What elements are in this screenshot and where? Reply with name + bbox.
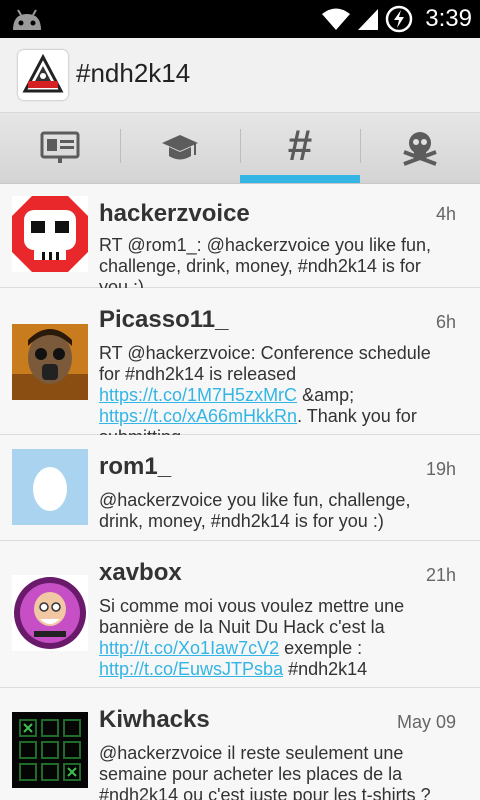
app-logo[interactable] xyxy=(18,50,68,100)
tweet-text: Si comme moi vous voulez mettre une bann… xyxy=(99,596,450,680)
tweet-text-segment: RT @hackerzvoice: Conference schedule fo… xyxy=(99,343,431,384)
android-icon xyxy=(13,9,41,30)
tweet-list[interactable]: hackerzvoice 4h RT @rom1_: @hackerzvoice… xyxy=(0,184,480,800)
battery-charging-icon xyxy=(386,5,413,33)
tweet-text-segment: exemple : xyxy=(279,638,363,658)
tweet-author[interactable]: hackerzvoice xyxy=(99,200,250,228)
gasmask-person-avatar-icon xyxy=(12,324,88,400)
avatar xyxy=(12,324,88,400)
avatar xyxy=(12,712,88,788)
tweet-time: 4h xyxy=(435,204,456,224)
tweet-author[interactable]: Kiwhacks xyxy=(99,706,210,734)
tab-workshops[interactable] xyxy=(120,113,240,183)
tweet-text: @hackerzvoice you like fun, challenge, d… xyxy=(99,490,450,532)
tweet-link[interactable]: https://t.co/xA66mHkkRn xyxy=(99,406,297,426)
tab-hashtag[interactable]: # xyxy=(240,113,360,183)
tab-conference[interactable] xyxy=(0,113,120,183)
tweet-text-segment: @hackerzvoice you like fun, challenge, d… xyxy=(99,490,411,531)
tweet-link[interactable]: http://t.co/EuwsJTPsba xyxy=(99,659,283,679)
action-bar: #ndh2k14 xyxy=(0,38,480,113)
list-item[interactable]: Picasso11_ 6h RT @hackerzvoice: Conferen… xyxy=(0,288,480,447)
tab-bar: # xyxy=(0,113,480,184)
tweet-text-segment: Si comme moi vous voulez mettre une bann… xyxy=(99,596,405,637)
tweet-time: May 09 xyxy=(396,712,456,732)
tab-challenges[interactable] xyxy=(360,113,480,183)
page-title: #ndh2k14 xyxy=(76,58,191,88)
tweet-time: 19h xyxy=(425,459,456,479)
list-item[interactable]: Kiwhacks May 09 @hackerzvoice il reste s… xyxy=(0,688,480,800)
tweet-author[interactable]: Picasso11_ xyxy=(99,306,228,334)
list-item[interactable]: hackerzvoice 4h RT @rom1_: @hackerzvoice… xyxy=(0,184,480,297)
avatar xyxy=(12,449,88,525)
ndh-logo-icon xyxy=(22,54,64,93)
tab-selected-indicator xyxy=(240,175,360,183)
list-item[interactable]: xavbox 21h Si comme moi vous voulez mett… xyxy=(0,541,480,688)
tweet-author[interactable]: xavbox xyxy=(99,559,182,587)
tweet-text: @hackerzvoice il reste seulement une sem… xyxy=(99,743,450,800)
hash-icon: # xyxy=(287,121,313,170)
tweet-text-segment: #ndh2k14 xyxy=(283,659,368,679)
tweet-link[interactable]: https://t.co/1M7H5zxMrC xyxy=(99,385,297,405)
tweet-text-segment: @hackerzvoice il reste seulement une sem… xyxy=(99,743,431,800)
tweet-link[interactable]: http://t.co/Xo1Iaw7cV2 xyxy=(99,638,279,658)
avatar xyxy=(12,575,88,651)
clock: 3:39 xyxy=(425,5,472,32)
tweet-text: RT @hackerzvoice: Conference schedule fo… xyxy=(99,343,450,448)
tweet-time: 21h xyxy=(425,565,456,585)
cartoon-face-avatar-icon xyxy=(12,575,88,651)
list-item[interactable]: rom1_ 19h @hackerzvoice you like fun, ch… xyxy=(0,435,480,541)
graduation-cap-icon xyxy=(162,135,198,160)
egg-avatar-icon xyxy=(33,467,67,511)
skull-avatar-icon xyxy=(12,196,88,272)
skull-crossbones-icon xyxy=(403,132,437,166)
avatar xyxy=(12,196,88,272)
signal-icon xyxy=(358,9,379,30)
tweet-time: 6h xyxy=(435,312,456,332)
status-bar: 3:39 xyxy=(0,0,480,38)
presentation-icon xyxy=(40,131,80,163)
grid-avatar-icon xyxy=(12,712,88,788)
tweet-author[interactable]: rom1_ xyxy=(99,453,171,481)
tweet-text-segment: &amp; xyxy=(297,385,355,405)
wifi-icon xyxy=(322,8,351,30)
